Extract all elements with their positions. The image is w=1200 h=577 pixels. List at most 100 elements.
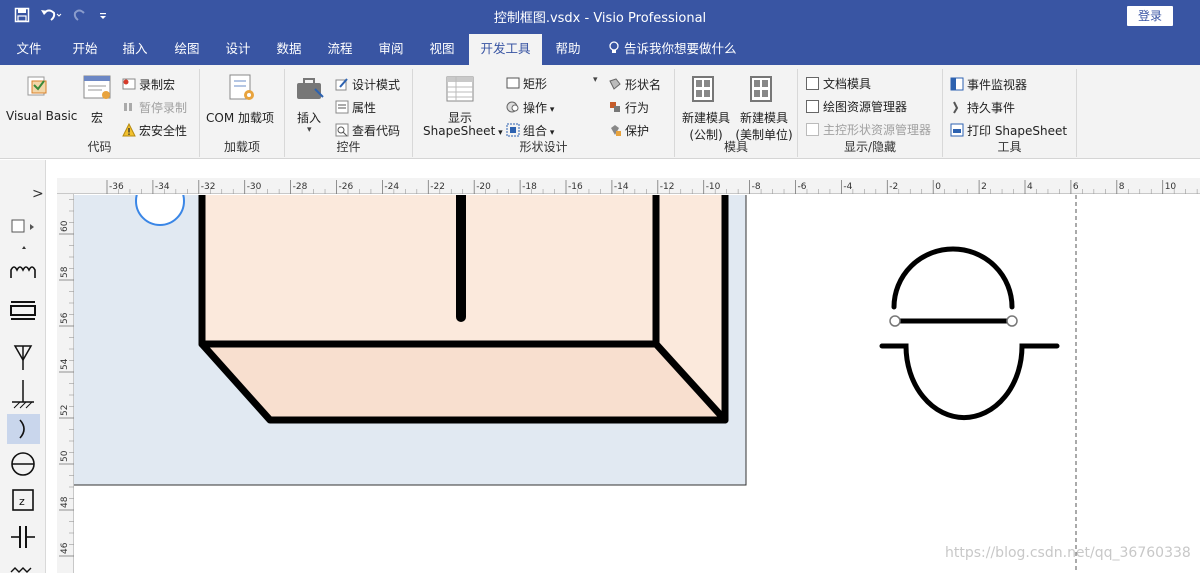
ruler-label: -8 bbox=[752, 182, 761, 192]
pause-record-button[interactable]: 暂停录制 bbox=[122, 99, 187, 116]
group-shape-design-label: 形状设计 bbox=[519, 140, 568, 154]
tell-me-text: 告诉我你想要做什么 bbox=[623, 41, 737, 56]
tab-home[interactable]: 开始 bbox=[60, 34, 110, 65]
operations-dropdown-icon: ▾ bbox=[547, 105, 555, 115]
selection-handle[interactable] bbox=[1006, 315, 1018, 327]
behavior-icon bbox=[608, 100, 622, 114]
ruler-label: -30 bbox=[247, 182, 262, 192]
shape-name-button[interactable]: 形状名 bbox=[608, 76, 661, 93]
ruler-label: 46 bbox=[60, 542, 70, 554]
tab-process[interactable]: 流程 bbox=[316, 34, 364, 65]
group-button[interactable]: 组合 ▾ bbox=[506, 122, 554, 139]
view-code-button[interactable]: 查看代码 bbox=[335, 122, 400, 139]
selection-handle[interactable] bbox=[889, 315, 901, 327]
event-monitor-button[interactable]: 事件监视器 bbox=[950, 76, 1027, 93]
tab-review[interactable]: 审阅 bbox=[367, 34, 415, 65]
expand-shapes-chevron-icon[interactable]: > bbox=[32, 186, 44, 202]
tab-help[interactable]: 帮助 bbox=[545, 34, 591, 65]
pause-record-label: 暂停录制 bbox=[139, 101, 188, 115]
capacitor-shape-icon[interactable] bbox=[11, 526, 35, 548]
group-controls: 插入 ▾ 设计模式 属性 查看代码 控件 bbox=[285, 69, 413, 157]
persist-events-button[interactable]: 持久事件 bbox=[950, 99, 1015, 116]
ruler-label: 50 bbox=[60, 450, 70, 462]
ruler-label: -12 bbox=[660, 182, 675, 192]
ribbon-tabs: 文件 开始 插入 绘图 设计 数据 流程 审阅 视图 开发工具 帮助 告诉我你想… bbox=[0, 34, 1200, 65]
inductor-shape-icon[interactable] bbox=[10, 266, 36, 278]
rectangle-button[interactable]: 矩形 bbox=[506, 75, 547, 92]
watermark-text: https://blog.csdn.net/qq_36760338 bbox=[945, 545, 1191, 561]
ruler-label: -26 bbox=[339, 182, 354, 192]
horizontal-ruler[interactable]: -36 -34 -32 -30 -28 -26 -24 -22 -20 -18 -16 -14 -12-… bbox=[57, 178, 1200, 194]
insert-control-button[interactable]: 插入 bbox=[297, 109, 321, 126]
arc-shape-icon-selected[interactable] bbox=[7, 414, 40, 444]
master-explorer-checkbox[interactable]: 主控形状资源管理器 bbox=[806, 121, 931, 138]
com-addins-button[interactable]: COM 加载项 bbox=[206, 109, 274, 126]
tab-design[interactable]: 设计 bbox=[214, 34, 262, 65]
group-icon bbox=[506, 123, 520, 137]
tab-view[interactable]: 视图 bbox=[418, 34, 466, 65]
antenna-shape-icon[interactable] bbox=[13, 345, 33, 370]
view-code-icon bbox=[335, 123, 349, 137]
resistor-shape-icon[interactable] bbox=[10, 567, 32, 573]
selected-circle-bar-shape[interactable] bbox=[879, 246, 1060, 421]
event-monitor-label: 事件监视器 bbox=[967, 78, 1028, 92]
box-3d-shape[interactable] bbox=[198, 190, 729, 424]
login-button[interactable]: 登录 bbox=[1127, 6, 1173, 26]
properties-button[interactable]: 属性 bbox=[335, 99, 376, 116]
tab-insert[interactable]: 插入 bbox=[112, 34, 158, 65]
tell-me-box[interactable]: 告诉我你想要做什么 bbox=[608, 34, 737, 65]
lightbulb-icon bbox=[608, 36, 620, 66]
drawing-explorer-checkbox[interactable]: 绘图资源管理器 bbox=[806, 98, 907, 115]
shapesheet-label: ShapeSheet bbox=[423, 124, 496, 138]
rectangle-dropdown-icon[interactable]: ▾ bbox=[593, 75, 598, 85]
macro-button[interactable]: 宏 bbox=[91, 109, 103, 126]
protect-button[interactable]: 保护 bbox=[608, 122, 649, 139]
ruler-label: -4 bbox=[843, 182, 852, 192]
ruler-label: -6 bbox=[798, 182, 807, 192]
operations-label: 操作 bbox=[523, 101, 548, 115]
macro-icon bbox=[82, 73, 114, 103]
window-title: 控制框图.vsdx - Visio Professional bbox=[493, 11, 707, 26]
record-macro-button[interactable]: 录制宏 bbox=[122, 76, 175, 93]
circle-bar-shape-icon[interactable] bbox=[11, 452, 35, 476]
shapesheet-button[interactable]: ShapeSheet ▾ bbox=[423, 124, 503, 138]
group-controls-label: 控件 bbox=[336, 140, 361, 154]
behavior-button[interactable]: 行为 bbox=[608, 99, 649, 116]
shapesheet-icon bbox=[445, 75, 477, 105]
group-stencil-label: 模具 bbox=[723, 140, 748, 154]
rectangle-icon bbox=[506, 76, 520, 90]
ruler-label: -34 bbox=[155, 182, 170, 192]
stencil-menu-icon[interactable] bbox=[11, 219, 34, 233]
group-tools: 事件监视器 持久事件 打印 ShapeSheet 工具 bbox=[943, 69, 1077, 157]
ground-shape-icon[interactable] bbox=[12, 380, 34, 409]
ruler-label: 4 bbox=[1027, 182, 1033, 192]
visual-basic-button[interactable]: Visual Basic bbox=[6, 109, 77, 123]
rectangle-label: 矩形 bbox=[523, 77, 548, 91]
tab-draw[interactable]: 绘图 bbox=[162, 34, 212, 65]
operations-button[interactable]: 操作 ▾ bbox=[506, 99, 554, 116]
print-shapesheet-button[interactable]: 打印 ShapeSheet bbox=[950, 122, 1067, 139]
new-stencil-us-icon bbox=[749, 75, 781, 105]
document-stencil-checkbox[interactable]: 文档模具 bbox=[806, 75, 871, 92]
transformer-shape-icon[interactable] bbox=[10, 301, 36, 320]
ruler-label: 54 bbox=[60, 358, 70, 370]
ruler-label: -20 bbox=[476, 182, 491, 192]
print-icon bbox=[950, 123, 964, 137]
vertical-ruler[interactable]: 60 58 56 54 52 50 48 46 bbox=[57, 194, 74, 573]
ruler-label: -28 bbox=[293, 182, 308, 192]
ruler-label: 56 bbox=[60, 312, 70, 324]
tab-file[interactable]: 文件 bbox=[6, 34, 52, 65]
tab-data[interactable]: 数据 bbox=[265, 34, 313, 65]
tab-developer[interactable]: 开发工具 bbox=[469, 34, 542, 65]
macro-security-button[interactable]: 宏安全性 bbox=[122, 122, 187, 139]
ruler-label: 2 bbox=[981, 182, 987, 192]
new-stencil-metric-icon bbox=[691, 75, 723, 105]
design-mode-button[interactable]: 设计模式 bbox=[335, 76, 400, 93]
svg-text:z: z bbox=[19, 495, 25, 508]
insert-dropdown-icon[interactable]: ▾ bbox=[307, 125, 312, 135]
impedance-box-shape-icon[interactable]: z bbox=[12, 489, 34, 511]
ruler-label: 8 bbox=[1119, 182, 1125, 192]
drawing-canvas[interactable] bbox=[73, 176, 1200, 573]
checkbox-icon bbox=[806, 100, 820, 114]
ruler-label: 48 bbox=[60, 496, 70, 508]
